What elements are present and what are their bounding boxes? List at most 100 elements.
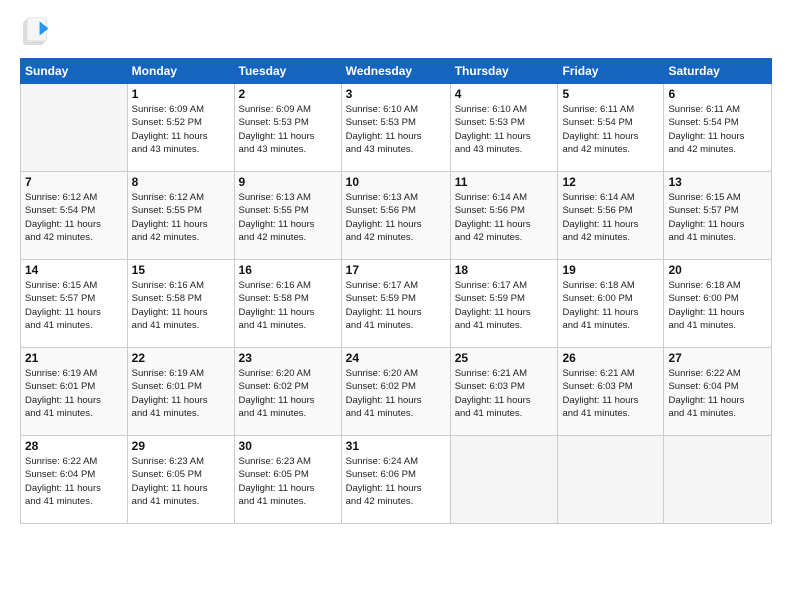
day-info: Sunrise: 6:19 AM Sunset: 6:01 PM Dayligh… (25, 367, 123, 420)
day-number: 30 (239, 439, 337, 453)
day-info: Sunrise: 6:22 AM Sunset: 6:04 PM Dayligh… (668, 367, 767, 420)
day-number: 28 (25, 439, 123, 453)
day-info: Sunrise: 6:15 AM Sunset: 5:57 PM Dayligh… (668, 191, 767, 244)
day-number: 18 (455, 263, 554, 277)
day-info: Sunrise: 6:10 AM Sunset: 5:53 PM Dayligh… (455, 103, 554, 156)
calendar-week-row: 14 Sunrise: 6:15 AM Sunset: 5:57 PM Dayli… (21, 260, 772, 348)
calendar-cell: 23Sunrise: 6:20 AM Sunset: 6:02 PM Dayli… (234, 348, 341, 436)
day-info: Sunrise: 6:18 AM Sunset: 6:00 PM Dayligh… (562, 279, 659, 332)
day-number: 24 (346, 351, 446, 365)
day-info: Sunrise: 6:17 AM Sunset: 5:59 PM Dayligh… (455, 279, 554, 332)
day-info: Sunrise: 6:09 AM Sunset: 5:52 PM Dayligh… (132, 103, 230, 156)
calendar-cell: 2 Sunrise: 6:09 AM Sunset: 5:53 PM Daylig… (234, 84, 341, 172)
calendar-cell: 15 Sunrise: 6:16 AM Sunset: 5:58 PM Dayli… (127, 260, 234, 348)
calendar-cell: 17 Sunrise: 6:17 AM Sunset: 5:59 PM Dayli… (341, 260, 450, 348)
calendar-cell: 6 Sunrise: 6:11 AM Sunset: 5:54 PM Daylig… (664, 84, 772, 172)
calendar-week-row: 1 Sunrise: 6:09 AM Sunset: 5:52 PM Daylig… (21, 84, 772, 172)
calendar-cell: 22 Sunrise: 6:19 AM Sunset: 6:01 PM Dayli… (127, 348, 234, 436)
weekday-header: Saturday (664, 59, 772, 84)
day-number: 14 (25, 263, 123, 277)
calendar-cell: 8Sunrise: 6:12 AM Sunset: 5:55 PM Daylig… (127, 172, 234, 260)
calendar-week-row: 21 Sunrise: 6:19 AM Sunset: 6:01 PM Dayli… (21, 348, 772, 436)
day-info: Sunrise: 6:16 AM Sunset: 5:58 PM Dayligh… (239, 279, 337, 332)
calendar-cell: 20Sunrise: 6:18 AM Sunset: 6:00 PM Dayli… (664, 260, 772, 348)
day-number: 17 (346, 263, 446, 277)
day-number: 29 (132, 439, 230, 453)
calendar-cell: 29 Sunrise: 6:23 AM Sunset: 6:05 PM Dayli… (127, 436, 234, 524)
calendar-cell: 13 Sunrise: 6:15 AM Sunset: 5:57 PM Dayli… (664, 172, 772, 260)
day-number: 27 (668, 351, 767, 365)
calendar-cell: 30 Sunrise: 6:23 AM Sunset: 6:05 PM Dayli… (234, 436, 341, 524)
page: SundayMondayTuesdayWednesdayThursdayFrid… (0, 0, 792, 612)
day-number: 19 (562, 263, 659, 277)
day-number: 21 (25, 351, 123, 365)
day-number: 9 (239, 175, 337, 189)
calendar-cell: 10 Sunrise: 6:13 AM Sunset: 5:56 PM Dayli… (341, 172, 450, 260)
day-info: Sunrise: 6:11 AM Sunset: 5:54 PM Dayligh… (668, 103, 767, 156)
day-info: Sunrise: 6:16 AM Sunset: 5:58 PM Dayligh… (132, 279, 230, 332)
calendar-cell: 12 Sunrise: 6:14 AM Sunset: 5:56 PM Dayli… (558, 172, 664, 260)
day-number: 15 (132, 263, 230, 277)
calendar-cell: 7 Sunrise: 6:12 AM Sunset: 5:54 PM Daylig… (21, 172, 128, 260)
day-number: 20 (668, 263, 767, 277)
day-info: Sunrise: 6:21 AM Sunset: 6:03 PM Dayligh… (562, 367, 659, 420)
weekday-header: Tuesday (234, 59, 341, 84)
calendar: SundayMondayTuesdayWednesdayThursdayFrid… (20, 58, 772, 524)
day-info: Sunrise: 6:11 AM Sunset: 5:54 PM Dayligh… (562, 103, 659, 156)
calendar-cell: 19 Sunrise: 6:18 AM Sunset: 6:00 PM Dayli… (558, 260, 664, 348)
calendar-cell: 3 Sunrise: 6:10 AM Sunset: 5:53 PM Daylig… (341, 84, 450, 172)
day-number: 1 (132, 87, 230, 101)
calendar-cell: 14 Sunrise: 6:15 AM Sunset: 5:57 PM Dayli… (21, 260, 128, 348)
calendar-cell: 26 Sunrise: 6:21 AM Sunset: 6:03 PM Dayli… (558, 348, 664, 436)
day-number: 25 (455, 351, 554, 365)
day-number: 10 (346, 175, 446, 189)
calendar-cell (21, 84, 128, 172)
weekday-header: Thursday (450, 59, 558, 84)
weekday-header: Monday (127, 59, 234, 84)
weekday-header: Friday (558, 59, 664, 84)
day-number: 5 (562, 87, 659, 101)
calendar-cell: 1 Sunrise: 6:09 AM Sunset: 5:52 PM Daylig… (127, 84, 234, 172)
day-info: Sunrise: 6:14 AM Sunset: 5:56 PM Dayligh… (562, 191, 659, 244)
calendar-week-row: 7 Sunrise: 6:12 AM Sunset: 5:54 PM Daylig… (21, 172, 772, 260)
day-number: 11 (455, 175, 554, 189)
calendar-cell: 18 Sunrise: 6:17 AM Sunset: 5:59 PM Dayli… (450, 260, 558, 348)
day-info: Sunrise: 6:15 AM Sunset: 5:57 PM Dayligh… (25, 279, 123, 332)
calendar-cell: 16 Sunrise: 6:16 AM Sunset: 5:58 PM Dayli… (234, 260, 341, 348)
day-number: 12 (562, 175, 659, 189)
day-number: 4 (455, 87, 554, 101)
calendar-week-row: 28Sunrise: 6:22 AM Sunset: 6:04 PM Dayli… (21, 436, 772, 524)
day-info: Sunrise: 6:23 AM Sunset: 6:05 PM Dayligh… (132, 455, 230, 508)
calendar-cell: 24 Sunrise: 6:20 AM Sunset: 6:02 PM Dayli… (341, 348, 450, 436)
day-info: Sunrise: 6:17 AM Sunset: 5:59 PM Dayligh… (346, 279, 446, 332)
day-info: Sunrise: 6:10 AM Sunset: 5:53 PM Dayligh… (346, 103, 446, 156)
day-info: Sunrise: 6:13 AM Sunset: 5:55 PM Dayligh… (239, 191, 337, 244)
day-info: Sunrise: 6:09 AM Sunset: 5:53 PM Dayligh… (239, 103, 337, 156)
day-number: 22 (132, 351, 230, 365)
calendar-cell: 11Sunrise: 6:14 AM Sunset: 5:56 PM Dayli… (450, 172, 558, 260)
logo-icon (20, 16, 52, 48)
day-info: Sunrise: 6:13 AM Sunset: 5:56 PM Dayligh… (346, 191, 446, 244)
day-info: Sunrise: 6:21 AM Sunset: 6:03 PM Dayligh… (455, 367, 554, 420)
header (20, 16, 772, 48)
calendar-cell (664, 436, 772, 524)
day-number: 26 (562, 351, 659, 365)
day-number: 3 (346, 87, 446, 101)
day-number: 13 (668, 175, 767, 189)
day-info: Sunrise: 6:24 AM Sunset: 6:06 PM Dayligh… (346, 455, 446, 508)
day-number: 6 (668, 87, 767, 101)
calendar-cell: 21 Sunrise: 6:19 AM Sunset: 6:01 PM Dayli… (21, 348, 128, 436)
day-info: Sunrise: 6:19 AM Sunset: 6:01 PM Dayligh… (132, 367, 230, 420)
calendar-cell: 31Sunrise: 6:24 AM Sunset: 6:06 PM Dayli… (341, 436, 450, 524)
day-info: Sunrise: 6:12 AM Sunset: 5:54 PM Dayligh… (25, 191, 123, 244)
weekday-header: Wednesday (341, 59, 450, 84)
day-info: Sunrise: 6:23 AM Sunset: 6:05 PM Dayligh… (239, 455, 337, 508)
day-number: 7 (25, 175, 123, 189)
day-info: Sunrise: 6:20 AM Sunset: 6:02 PM Dayligh… (346, 367, 446, 420)
calendar-cell (558, 436, 664, 524)
day-info: Sunrise: 6:20 AM Sunset: 6:02 PM Dayligh… (239, 367, 337, 420)
weekday-header-row: SundayMondayTuesdayWednesdayThursdayFrid… (21, 59, 772, 84)
day-number: 2 (239, 87, 337, 101)
day-info: Sunrise: 6:12 AM Sunset: 5:55 PM Dayligh… (132, 191, 230, 244)
day-number: 16 (239, 263, 337, 277)
